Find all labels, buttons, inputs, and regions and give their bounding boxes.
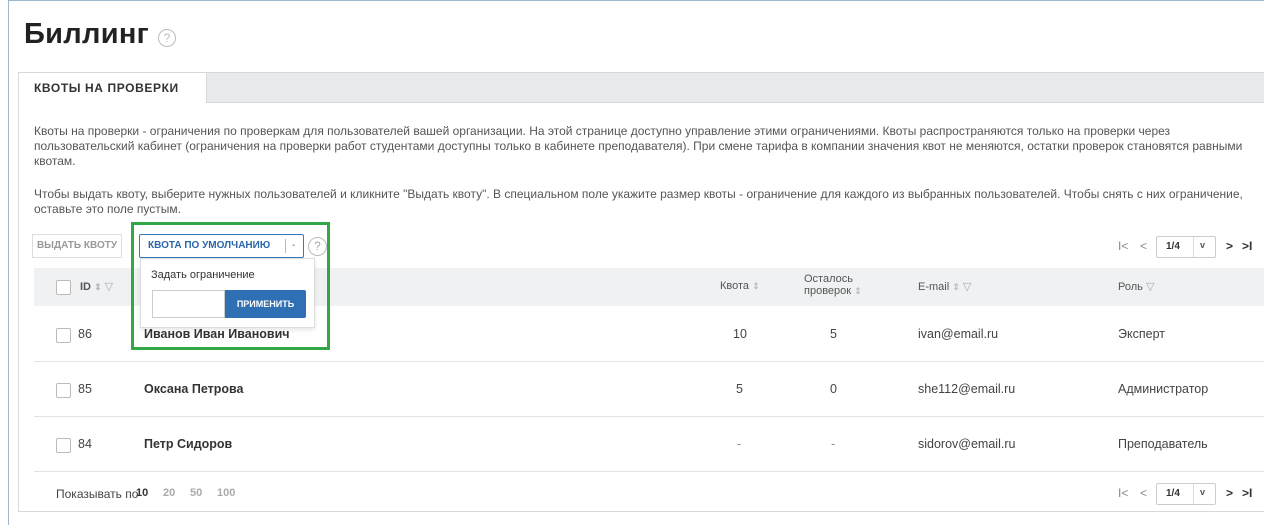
prev-page-icon[interactable]: <: [1140, 486, 1147, 500]
filter-icon[interactable]: ▽: [1146, 281, 1154, 293]
page-size-label: Показывать по: [56, 487, 139, 501]
sort-icon[interactable]: ⇕: [854, 286, 862, 296]
cell-name[interactable]: Оксана Петрова: [144, 382, 243, 396]
cell-role: Администратор: [1118, 382, 1209, 396]
column-remaining-label-line2: проверок: [804, 285, 852, 297]
cell-id: 84: [78, 437, 92, 451]
page-select-value: 1/4: [1166, 488, 1180, 499]
cell-quota: 5: [736, 382, 743, 396]
highlight-frame: [131, 222, 330, 350]
prev-page-icon[interactable]: <: [1140, 239, 1147, 253]
tab-quotas[interactable]: КВОТЫ НА ПРОВЕРКИ: [18, 72, 207, 103]
tab-divider: [207, 102, 1264, 103]
page-select[interactable]: 1/4 v: [1156, 236, 1216, 258]
column-email[interactable]: E-mail ⇕ ▽: [918, 280, 971, 293]
page-select-value: 1/4: [1166, 241, 1180, 252]
cell-role: Эксперт: [1118, 327, 1165, 341]
cell-remaining: -: [831, 437, 836, 451]
cell-role: Преподаватель: [1118, 437, 1208, 451]
select-divider: [1193, 484, 1194, 504]
page-help-icon[interactable]: ?: [158, 29, 176, 47]
issue-quota-button[interactable]: ВЫДАТЬ КВОТУ: [32, 234, 122, 258]
cell-remaining: 5: [830, 327, 837, 341]
cell-remaining: 0: [830, 382, 837, 396]
sort-icon[interactable]: ⇕: [952, 282, 960, 292]
page-select[interactable]: 1/4 v: [1156, 483, 1216, 505]
chevron-down-icon: v: [1200, 240, 1206, 250]
first-page-icon[interactable]: I<: [1118, 486, 1128, 500]
next-page-icon[interactable]: >: [1226, 239, 1233, 253]
filter-icon[interactable]: ▽: [105, 281, 113, 293]
pagination-bottom: I< < 1/4 v > >I: [1118, 483, 1264, 505]
row-checkbox[interactable]: [56, 438, 71, 453]
cell-quota: 10: [733, 327, 747, 341]
column-remaining-label-line1: Осталось: [804, 273, 853, 285]
column-remaining[interactable]: Осталось проверок ⇕: [804, 273, 862, 297]
description-paragraph-2: Чтобы выдать квоту, выберите нужных поль…: [34, 187, 1243, 216]
panel-border-left: [18, 102, 19, 512]
filter-icon[interactable]: ▽: [963, 281, 971, 293]
cell-id: 86: [78, 327, 92, 341]
column-quota-label: Квота: [720, 280, 750, 292]
column-role-label: Роль: [1118, 281, 1143, 293]
row-checkbox[interactable]: [56, 328, 71, 343]
column-id[interactable]: ID ⇕ ▽: [80, 280, 113, 293]
window-frame-left: [8, 0, 9, 525]
column-role[interactable]: Роль ▽: [1118, 280, 1154, 293]
window-frame-top: [8, 0, 1264, 1]
chevron-down-icon: v: [1200, 487, 1206, 497]
pagination-top: I< < 1/4 v > >I: [1118, 236, 1264, 258]
select-all-checkbox[interactable]: [56, 280, 71, 295]
page-size-100[interactable]: 100: [217, 487, 235, 499]
sort-icon[interactable]: ⇕: [752, 281, 760, 291]
column-id-label: ID: [80, 281, 91, 293]
description-paragraph-1: Квоты на проверки - ограничения по прове…: [34, 124, 1243, 168]
cell-email: she112@email.ru: [918, 382, 1016, 396]
cell-quota: -: [737, 437, 742, 451]
cell-email: ivan@email.ru: [918, 327, 999, 341]
column-email-label: E-mail: [918, 281, 950, 293]
table-row[interactable]: 84 Петр Сидоров - - sidorov@email.ru Пре…: [34, 417, 1264, 472]
page-size-20[interactable]: 20: [163, 487, 175, 499]
table-row[interactable]: 85 Оксана Петрова 5 0 she112@email.ru Ад…: [34, 362, 1264, 417]
cell-email: sidorov@email.ru: [918, 437, 1016, 451]
panel-border-bottom: [18, 511, 1264, 512]
first-page-icon[interactable]: I<: [1118, 239, 1128, 253]
cell-name[interactable]: Петр Сидоров: [144, 437, 232, 451]
row-checkbox[interactable]: [56, 383, 71, 398]
select-divider: [1193, 237, 1194, 257]
next-page-icon[interactable]: >: [1226, 486, 1233, 500]
cell-id: 85: [78, 382, 92, 396]
page-size-10[interactable]: 10: [136, 487, 148, 499]
last-page-icon[interactable]: >I: [1242, 486, 1252, 500]
column-quota[interactable]: Квота ⇕: [720, 280, 760, 292]
last-page-icon[interactable]: >I: [1242, 239, 1252, 253]
page-size-50[interactable]: 50: [190, 487, 202, 499]
page-title: Биллинг: [24, 18, 150, 50]
sort-icon[interactable]: ⇕: [94, 282, 102, 292]
